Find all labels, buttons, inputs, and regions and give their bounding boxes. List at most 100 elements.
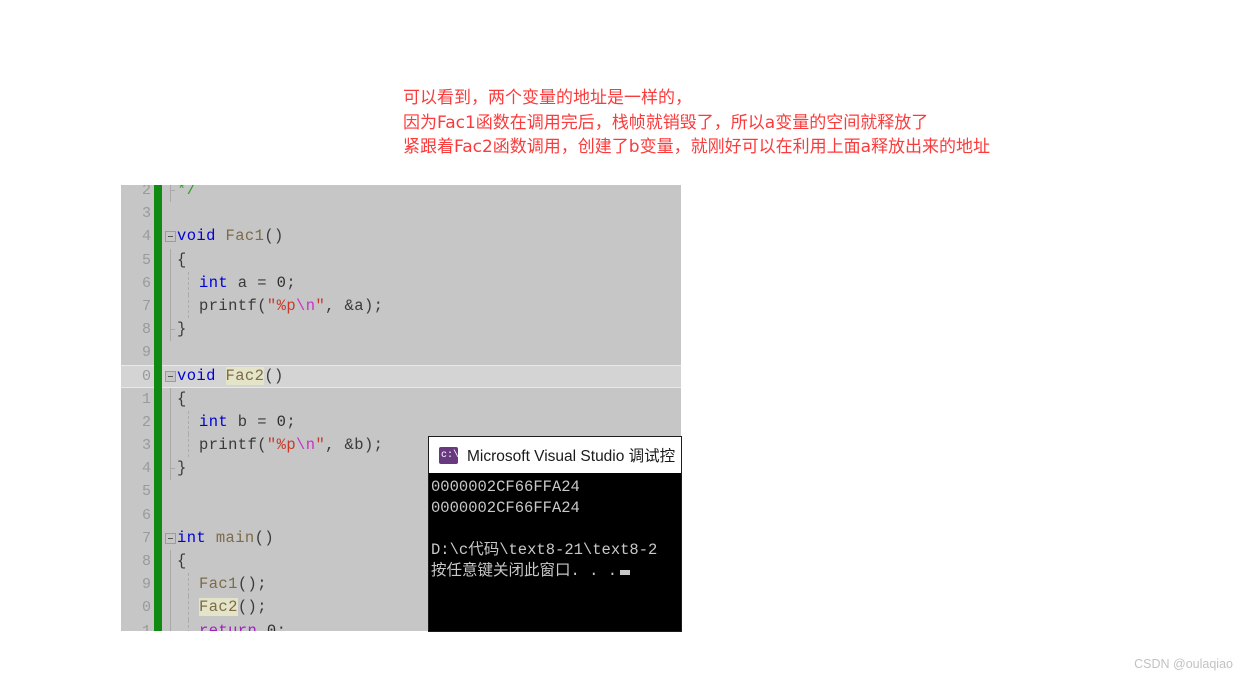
line-number: 6 <box>141 506 151 524</box>
token-parens: () <box>254 528 275 547</box>
console-line: 0000002CF66FFA24 <box>431 499 580 517</box>
console-line-prompt: 按任意键关闭此窗口. . . <box>431 561 681 582</box>
fold-collapse-icon[interactable] <box>165 532 176 544</box>
token-call-tail: (); <box>237 575 267 594</box>
fold-collapse-icon[interactable] <box>165 231 176 243</box>
token-escape-n: \n <box>296 296 316 315</box>
code-line[interactable]: 7 printf("%p\n", &a); <box>121 294 681 319</box>
annotation-line-3: 紧跟着Fac2函数调用，创建了b变量，就刚好可以在利用上面a释放出来的地址 <box>403 137 991 157</box>
token-keyword-int: int <box>199 273 229 292</box>
code-text: void Fac1() <box>177 225 284 248</box>
indent-guide <box>188 434 189 458</box>
token-keyword-return: return <box>199 621 258 631</box>
code-text: { <box>177 388 187 411</box>
change-bar <box>154 526 162 550</box>
change-bar <box>154 619 162 631</box>
token-string-pct-p: "%p <box>266 436 297 455</box>
change-bar <box>154 573 162 597</box>
indent-guide <box>188 596 189 620</box>
console-title-bar[interactable]: Microsoft Visual Studio 调试控 <box>429 437 681 473</box>
console-caret <box>620 570 631 575</box>
code-text: } <box>177 318 187 341</box>
change-bar <box>154 225 162 249</box>
code-line[interactable]: 5 { <box>121 248 681 272</box>
token-call-tail: (); <box>237 598 267 617</box>
line-number: 9 <box>141 344 151 362</box>
indent-guide <box>188 410 189 435</box>
code-text: } <box>177 457 187 480</box>
console-app-icon <box>439 446 459 464</box>
console-line: D:\c代码\text8-21\text8-2 <box>431 541 658 559</box>
token-arg-a: , &a); <box>325 296 384 315</box>
line-number: 4 <box>141 228 151 246</box>
change-bar <box>154 341 162 365</box>
token-semicolon: ; <box>276 621 287 631</box>
change-bar <box>154 434 162 458</box>
annotation-line-2: 因为Fac1函数在调用完后，栈帧就销毁了，所以a变量的空间就释放了 <box>403 112 929 133</box>
token-call-fac1: Fac1 <box>199 575 238 594</box>
console-output: 0000002CF66FFA24 0000002CF66FFA24 D:\c代码… <box>429 473 681 582</box>
code-text: int a = 0; <box>199 272 296 295</box>
change-bar <box>154 294 162 319</box>
token-function-fac1: Fac1 <box>225 227 265 246</box>
line-number: 0 <box>141 599 151 617</box>
change-bar <box>154 550 162 574</box>
code-text: return 0; <box>199 620 286 631</box>
code-line[interactable]: 9 <box>121 341 681 365</box>
code-text: Fac2(); <box>199 596 267 619</box>
token-zero: 0 <box>276 273 287 292</box>
token-brace-open: { <box>177 552 187 570</box>
fold-line <box>170 185 175 203</box>
code-line[interactable]: 2 int b = 0; <box>121 410 681 435</box>
code-line[interactable]: 3 <box>121 202 681 226</box>
token-parens: () <box>264 366 284 385</box>
fold-line <box>170 457 175 481</box>
change-bar <box>154 480 162 504</box>
token-function-main: main <box>215 528 255 547</box>
change-bar <box>154 248 162 272</box>
code-line[interactable]: 1 { <box>121 387 681 411</box>
token-keyword-int: int <box>199 412 229 431</box>
line-number: 8 <box>141 321 151 339</box>
line-number: 5 <box>141 483 151 501</box>
token-brace-open: { <box>177 389 187 408</box>
token-assign-a: a = <box>228 273 277 292</box>
fold-line <box>170 434 171 458</box>
line-number: 7 <box>141 297 151 315</box>
token-parens: () <box>264 227 284 246</box>
change-bar <box>154 202 162 226</box>
annotation-line-1: 可以看到，两个变量的地址是一样的， <box>403 88 692 108</box>
token-keyword-void: void <box>177 366 216 385</box>
change-bar <box>154 410 162 435</box>
code-line[interactable]: 2 */ <box>121 185 681 203</box>
fold-collapse-icon[interactable] <box>165 370 176 382</box>
fold-line <box>170 271 171 295</box>
console-prompt-text: 按任意键关闭此窗口. . . <box>431 562 618 580</box>
code-line[interactable]: 8 } <box>121 318 681 342</box>
token-escape-n: \n <box>296 436 316 455</box>
token-call-fac2: Fac2 <box>199 598 238 617</box>
indent-guide <box>188 294 189 319</box>
token-assign-b: b = <box>228 412 277 431</box>
fold-line <box>170 550 171 574</box>
code-line[interactable]: 6 int a = 0; <box>121 271 681 295</box>
debug-console-window[interactable]: Microsoft Visual Studio 调试控 0000002CF66F… <box>429 437 681 631</box>
token-arg-b: , &b); <box>325 436 384 455</box>
line-number: 9 <box>141 576 151 594</box>
indent-guide <box>188 573 189 597</box>
token-function-printf: printf <box>199 296 258 315</box>
token-zero: 0 <box>276 412 287 431</box>
console-line: 0000002CF66FFA24 <box>431 478 580 496</box>
code-text: */ <box>177 185 196 202</box>
code-line-current[interactable]: 0 void Fac2() <box>121 364 681 388</box>
code-text: int main() <box>177 527 274 550</box>
line-number: 7 <box>141 529 151 547</box>
line-number: 2 <box>141 413 151 431</box>
code-text: printf("%p\n", &a); <box>199 296 384 315</box>
change-bar <box>154 185 162 203</box>
token-string-close: " <box>315 296 326 315</box>
code-line[interactable]: 4 void Fac1() <box>121 225 681 249</box>
code-text: { <box>177 249 187 272</box>
fold-line <box>170 596 171 620</box>
token-semicolon: ; <box>286 273 297 292</box>
